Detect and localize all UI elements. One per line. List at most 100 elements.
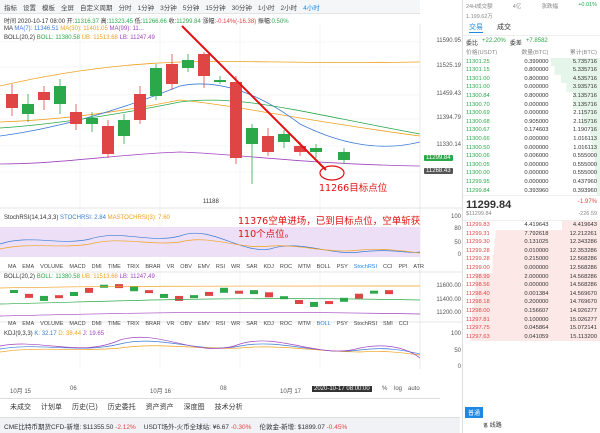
orderbook-row[interactable]: 11299.31 7.792618 12.212261 [463,229,600,239]
orderbook-row[interactable]: 11300.66 0.000000 1.016113 [463,134,600,144]
toolbar-item[interactable]: 设置 [23,2,36,12]
indicator-tab[interactable]: StochRSI [354,321,377,327]
orderbook-row[interactable]: 11300.06 0.006000 0.555000 [463,152,600,161]
orderbook-row[interactable]: 11301.15 0.800000 5.335716 [463,66,600,75]
indicator-tab[interactable]: TRIX [127,321,140,327]
indicator-tab[interactable]: PSY [337,264,348,270]
orderbook-row[interactable]: 11298.18 0.200000 14.769670 [463,298,600,308]
order-tab[interactable]: 历史(已) [72,402,98,412]
orderbook-row[interactable]: 11298.00 0.156607 14.926277 [463,307,600,316]
orderbook-row[interactable]: 11297.81 0.100000 15.026277 [463,315,600,325]
indicator-tab[interactable]: OBV [180,321,192,327]
indicator-tab[interactable]: RSI [216,321,225,327]
orderbook-row[interactable]: 11299.84 0.393960 0.393960 [463,186,600,196]
tab-filled[interactable]: 成交 [497,22,511,33]
indicator-tab[interactable]: TIME [108,321,121,327]
toolbar-item[interactable]: 30分钟 [232,2,252,12]
toolbar-item[interactable]: 模板 [42,2,55,12]
orderbook-row[interactable]: 11300.68 0.905000 2.115716 [463,117,600,127]
indicator-tab[interactable]: BOLL [317,264,331,270]
orderbook-row[interactable]: 11300.69 0.000000 2.115716 [463,109,600,118]
order-tab[interactable]: 计划单 [41,402,62,412]
toolbar-item[interactable]: 1分钟 [138,2,155,12]
indicator-tab[interactable]: WR [231,321,240,327]
indicator-tab[interactable]: WR [231,264,240,270]
orderbook-row[interactable]: 11300.00 0.000000 0.555000 [463,169,600,178]
indicator-tab[interactable]: MA [8,321,16,327]
orderbook-row[interactable]: 11299.28 0.215000 12.568286 [463,255,600,265]
toolbar-item[interactable]: 15分钟 [205,2,225,12]
order-tab[interactable]: 资产资产 [146,402,174,412]
indicator-tab[interactable]: SAR [246,321,257,327]
orderbook-row[interactable]: 11300.67 0.174603 1.190716 [463,126,600,135]
order-tab[interactable]: 技术分析 [215,402,243,412]
indicator-tab[interactable]: DMI [92,321,102,327]
auto-toggle[interactable]: auto [408,386,420,392]
orderbook-row[interactable]: 11301.00 0.800000 4.535716 [463,74,600,84]
orderbook-row[interactable]: 11300.50 0.000000 1.016113 [463,143,600,153]
indicator-tab[interactable]: EMA [22,264,34,270]
indicator-tab[interactable]: KDJ [264,264,274,270]
order-tab[interactable]: 未成交 [10,402,31,412]
order-tab[interactable]: 深度图 [184,402,205,412]
orderbook-row[interactable]: 11299.30 0.131025 12.343286 [463,238,600,247]
orderbook-row[interactable]: 11298.40 0.001384 14.569670 [463,289,600,299]
indicator-tab[interactable]: VOLUME [40,264,63,270]
toolbar-item[interactable]: 2小时 [280,2,297,12]
orderbook-row[interactable]: 11298.99 2.000000 14.568286 [463,272,600,282]
orderbook-row[interactable]: 11300.05 0.000000 0.555000 [463,160,600,170]
indicator-tab[interactable]: ROC [280,321,292,327]
indicator-tab[interactable]: KDJ [264,321,274,327]
log-toggle[interactable]: log [394,386,402,392]
orderbook-row[interactable]: 11301.00 0.000000 3.935716 [463,83,600,92]
indicator-tab[interactable]: ROC [280,264,292,270]
indicator-tab[interactable]: MACD [69,321,85,327]
toolbar-item[interactable]: 全屏 [61,2,74,12]
orderbook-row[interactable]: 11299.83 4.419643 4.419643 [463,221,600,230]
indicator-tab[interactable]: SAR [246,264,257,270]
order-tab[interactable]: 历史委托 [108,402,136,412]
orderbook-row[interactable]: 11300.84 0.800000 3.135716 [463,91,600,101]
indicator-tab[interactable]: VOLUME [40,321,63,327]
orderbook-row[interactable]: 11299.00 0.000000 12.568286 [463,264,600,273]
indicator-tab[interactable]: StochRSI [354,264,377,270]
toolbar-item[interactable]: 4小时 [303,2,320,12]
indicator-tab[interactable]: MTM [298,264,311,270]
indicator-tab[interactable]: TIME [108,264,121,270]
indicator-tab[interactable]: SMI [383,321,393,327]
indicator-tab[interactable]: OBV [180,264,192,270]
indicator-tab[interactable]: EMV [198,264,210,270]
indicator-tab[interactable]: PSY [337,321,348,327]
normal-mode-button[interactable]: 普通 [465,407,484,418]
indicator-tab[interactable]: CCI [383,264,392,270]
toolbar-item[interactable]: 自定义周期 [80,2,113,12]
indicator-tab[interactable]: MACD [69,264,85,270]
indicator-tab[interactable]: RSI [216,264,225,270]
indicator-tab[interactable]: EMA [22,321,34,327]
toolbar-item[interactable]: 指标 [4,2,17,12]
toolbar-item[interactable]: 分时 [119,2,132,12]
percent-toggle[interactable]: % [382,386,387,392]
orderbook-row[interactable]: 11297.63 0.041059 15.113200 [463,332,600,342]
orderbook-row[interactable]: 11297.75 0.045864 15.072141 [463,324,600,333]
indicator-tab[interactable]: MTM [298,321,311,327]
orderbook-row[interactable]: 11299.95 0.000000 0.437960 [463,177,600,187]
indicator-tab[interactable]: VR [167,321,175,327]
indicator-tab[interactable]: BRAR [145,264,160,270]
indicator-tab[interactable]: TRIX [127,264,140,270]
candlestick-chart[interactable] [0,24,462,396]
indicator-tab[interactable]: DMI [92,264,102,270]
tab-trade[interactable]: 交易 [469,22,483,33]
indicator-tab[interactable]: BRAR [145,321,160,327]
orderbook-row[interactable]: 11298.56 0.000000 14.568286 [463,281,600,290]
indicator-tab[interactable]: EMV [198,321,210,327]
orderbook-row[interactable]: 11300.70 0.000000 3.135716 [463,100,600,110]
indicator-tab[interactable]: CCI [399,321,408,327]
indicator-tab[interactable]: MA [8,264,16,270]
indicator-tab[interactable]: VR [167,264,175,270]
indicator-tab[interactable]: ATR [413,264,424,270]
indicator-tab[interactable]: BOLL [317,321,331,327]
orderbook-row[interactable]: 11301.25 0.399000 5.735716 [463,57,600,67]
toolbar-item[interactable]: 1小时 [258,2,275,12]
orderbook-row[interactable]: 11299.28 0.010000 12.353286 [463,246,600,256]
